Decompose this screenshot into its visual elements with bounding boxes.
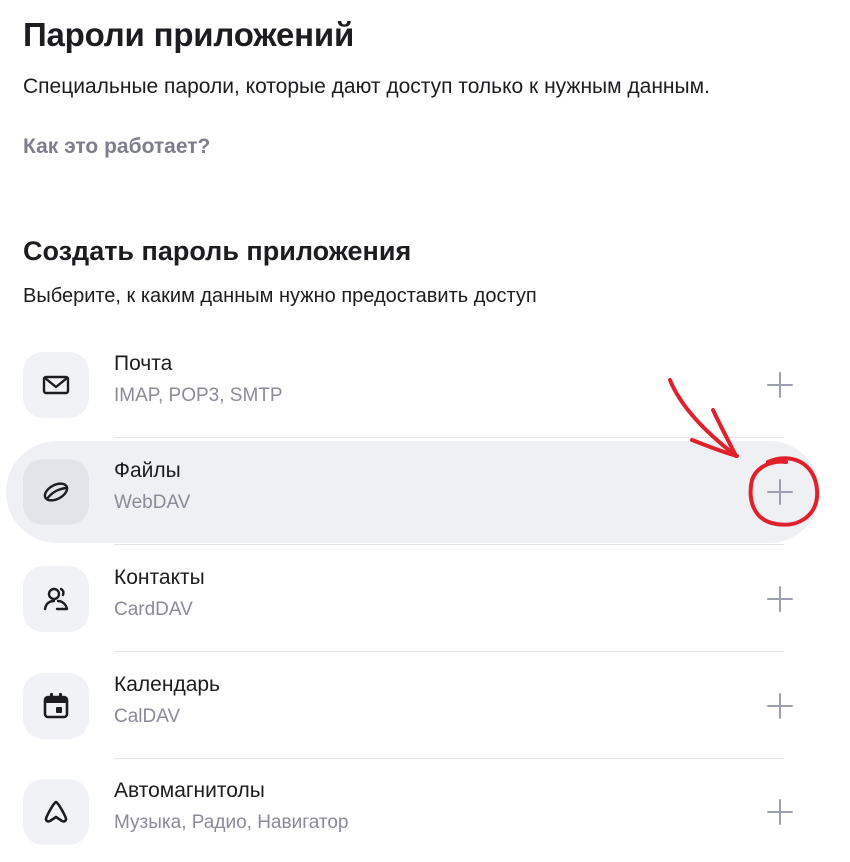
access-item-contacts[interactable]: Контакты CardDAV	[6, 548, 820, 650]
item-title: Контакты	[114, 566, 205, 589]
divider	[114, 651, 784, 652]
add-calendar-password-button[interactable]	[766, 692, 794, 720]
item-subtitle: IMAP, POP3, SMTP	[114, 385, 283, 406]
divider	[114, 758, 784, 759]
mail-icon	[23, 352, 89, 418]
item-subtitle: CardDAV	[114, 599, 193, 620]
item-title: Автомагнитолы	[114, 779, 265, 802]
item-subtitle: WebDAV	[114, 492, 191, 513]
car-radio-icon	[23, 779, 89, 845]
item-title: Почта	[114, 352, 173, 375]
add-mail-password-button[interactable]	[766, 371, 794, 399]
how-it-works-link[interactable]: Как это работает?	[23, 135, 210, 159]
add-car-radio-password-button[interactable]	[766, 798, 794, 826]
contacts-icon	[23, 566, 89, 632]
access-item-files[interactable]: Файлы WebDAV	[6, 441, 820, 543]
item-title: Файлы	[114, 459, 181, 482]
add-contacts-password-button[interactable]	[766, 585, 794, 613]
item-title: Календарь	[114, 673, 220, 696]
divider	[114, 544, 784, 545]
access-item-mail[interactable]: Почта IMAP, POP3, SMTP	[6, 334, 820, 436]
page-description: Специальные пароли, которые дают доступ …	[23, 75, 710, 98]
add-files-password-button[interactable]	[766, 478, 794, 506]
access-item-car-radio[interactable]: Автомагнитолы Музыка, Радио, Навигатор	[6, 761, 820, 862]
item-subtitle: Музыка, Радио, Навигатор	[114, 812, 349, 833]
section-title: Создать пароль приложения	[23, 236, 412, 266]
disk-icon	[23, 459, 89, 525]
calendar-icon	[23, 673, 89, 739]
item-subtitle: CalDAV	[114, 706, 181, 727]
app-passwords-page: Пароли приложений Специальные пароли, ко…	[0, 0, 850, 862]
access-item-calendar[interactable]: Календарь CalDAV	[6, 655, 820, 757]
divider	[114, 437, 784, 438]
page-title: Пароли приложений	[23, 16, 355, 53]
section-subtitle: Выберите, к каким данным нужно предостав…	[23, 285, 537, 307]
